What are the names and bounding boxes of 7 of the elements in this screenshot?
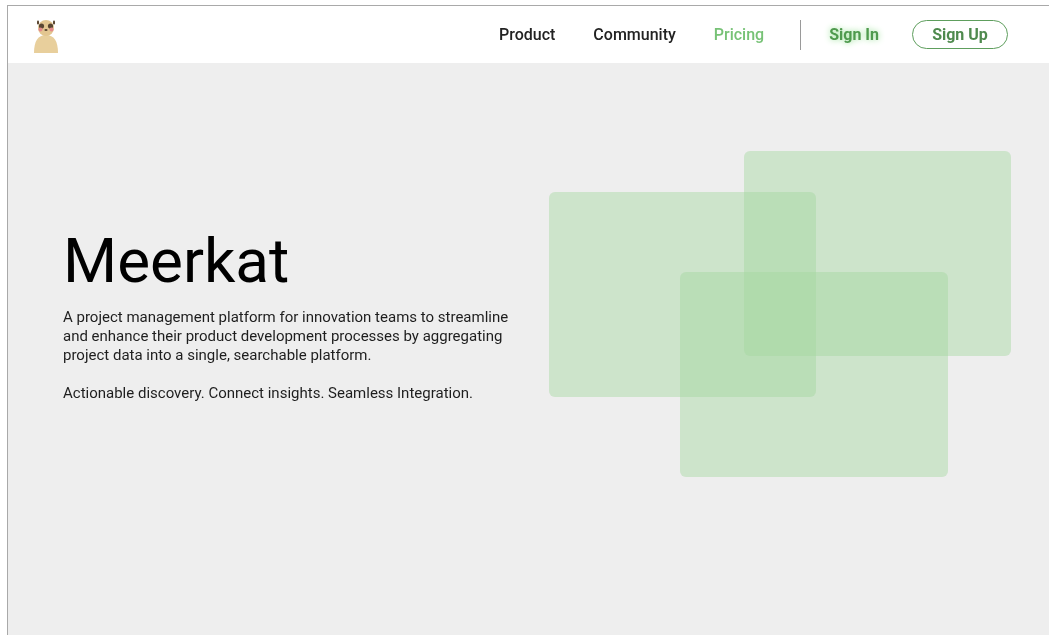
hero-title: Meerkat [63, 229, 291, 292]
nav-link[interactable]: Community [593, 22, 676, 47]
nav-link[interactable]: Product [499, 22, 556, 47]
sign-in-link[interactable]: Sign In [829, 22, 879, 47]
nav-link[interactable]: Pricing [713, 22, 765, 47]
hero-description: A project management platform for innovation teams to streamline and enhance their product development processes by aggregating project data into a single, searchable platform. [63, 307, 510, 365]
hero-tagline: Actionable discovery. Connect insights. Seamless Integration. [63, 383, 474, 403]
